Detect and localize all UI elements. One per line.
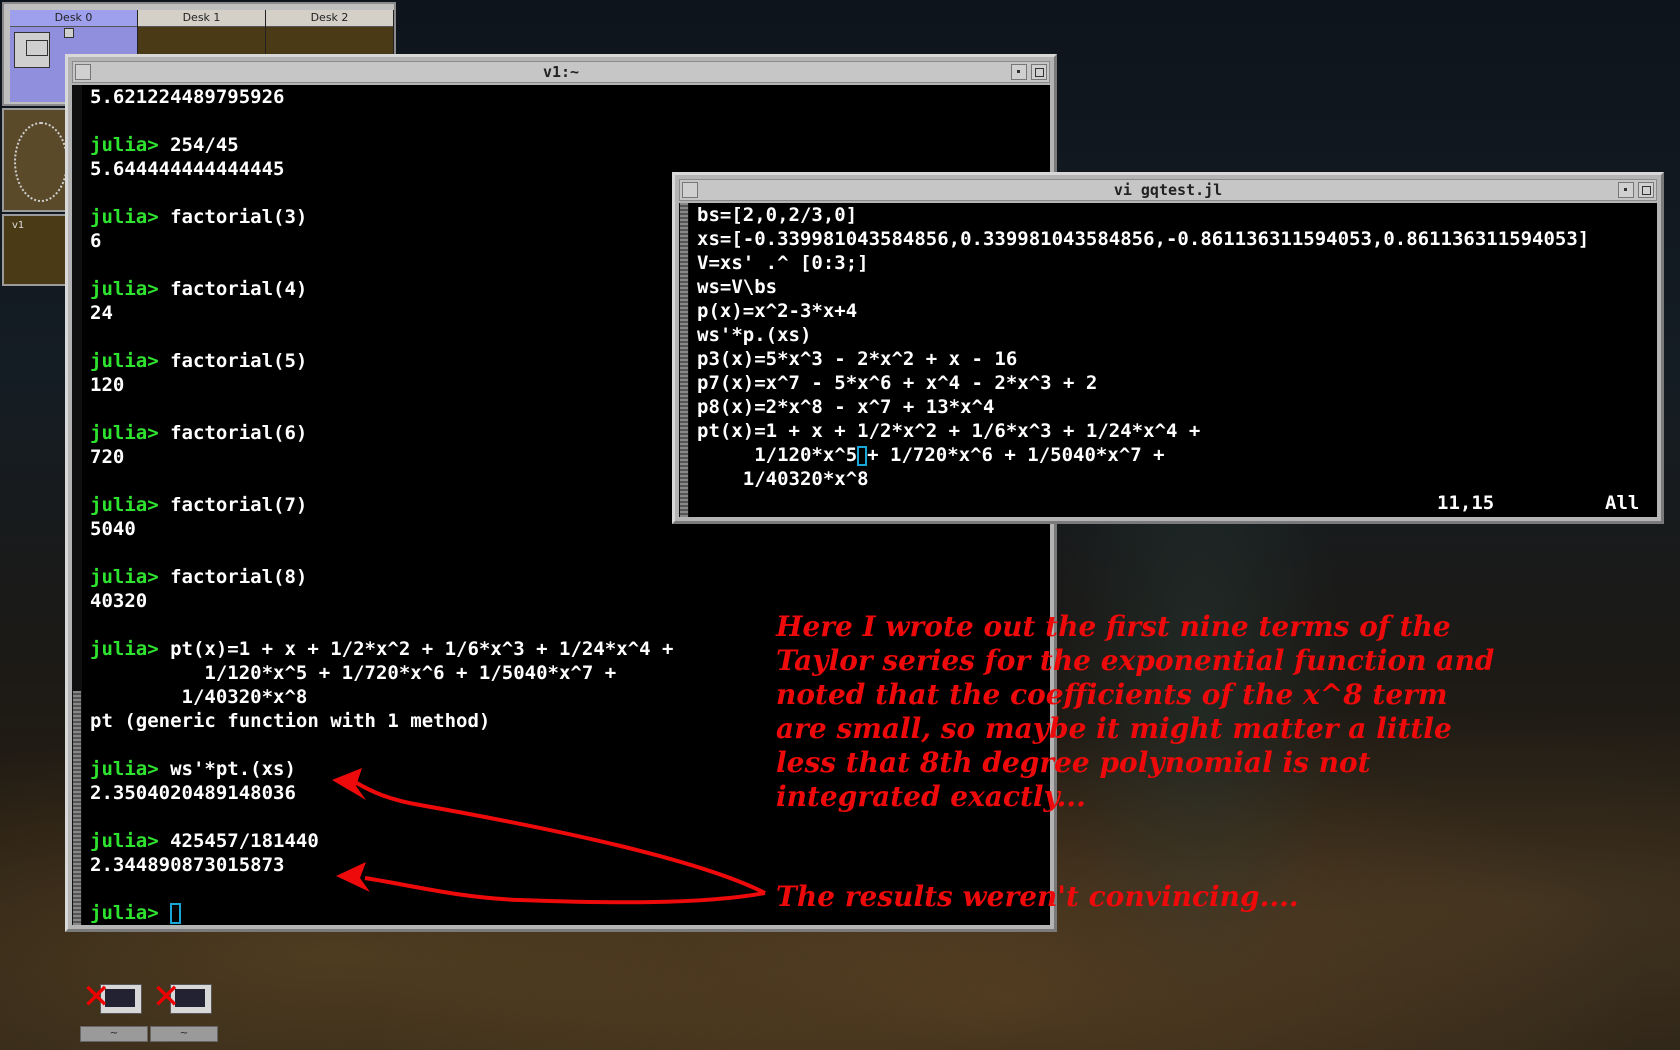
- arrow-to-result-2: [364, 876, 766, 905]
- desktop-icon-label: ~: [150, 1026, 218, 1042]
- arrow-head-2: [336, 862, 370, 892]
- x-icon: ✕: [152, 977, 181, 1017]
- x-icon: ✕: [82, 977, 111, 1017]
- desktop-icon-label: ~: [80, 1026, 148, 1042]
- arrow-to-result-1: [353, 780, 766, 895]
- annotation-arrows: [332, 768, 766, 905]
- desktop-icon-terminal-1[interactable]: ✕ ~: [78, 977, 148, 1042]
- desktop-icon-terminal-2[interactable]: ✕ ~: [148, 977, 218, 1042]
